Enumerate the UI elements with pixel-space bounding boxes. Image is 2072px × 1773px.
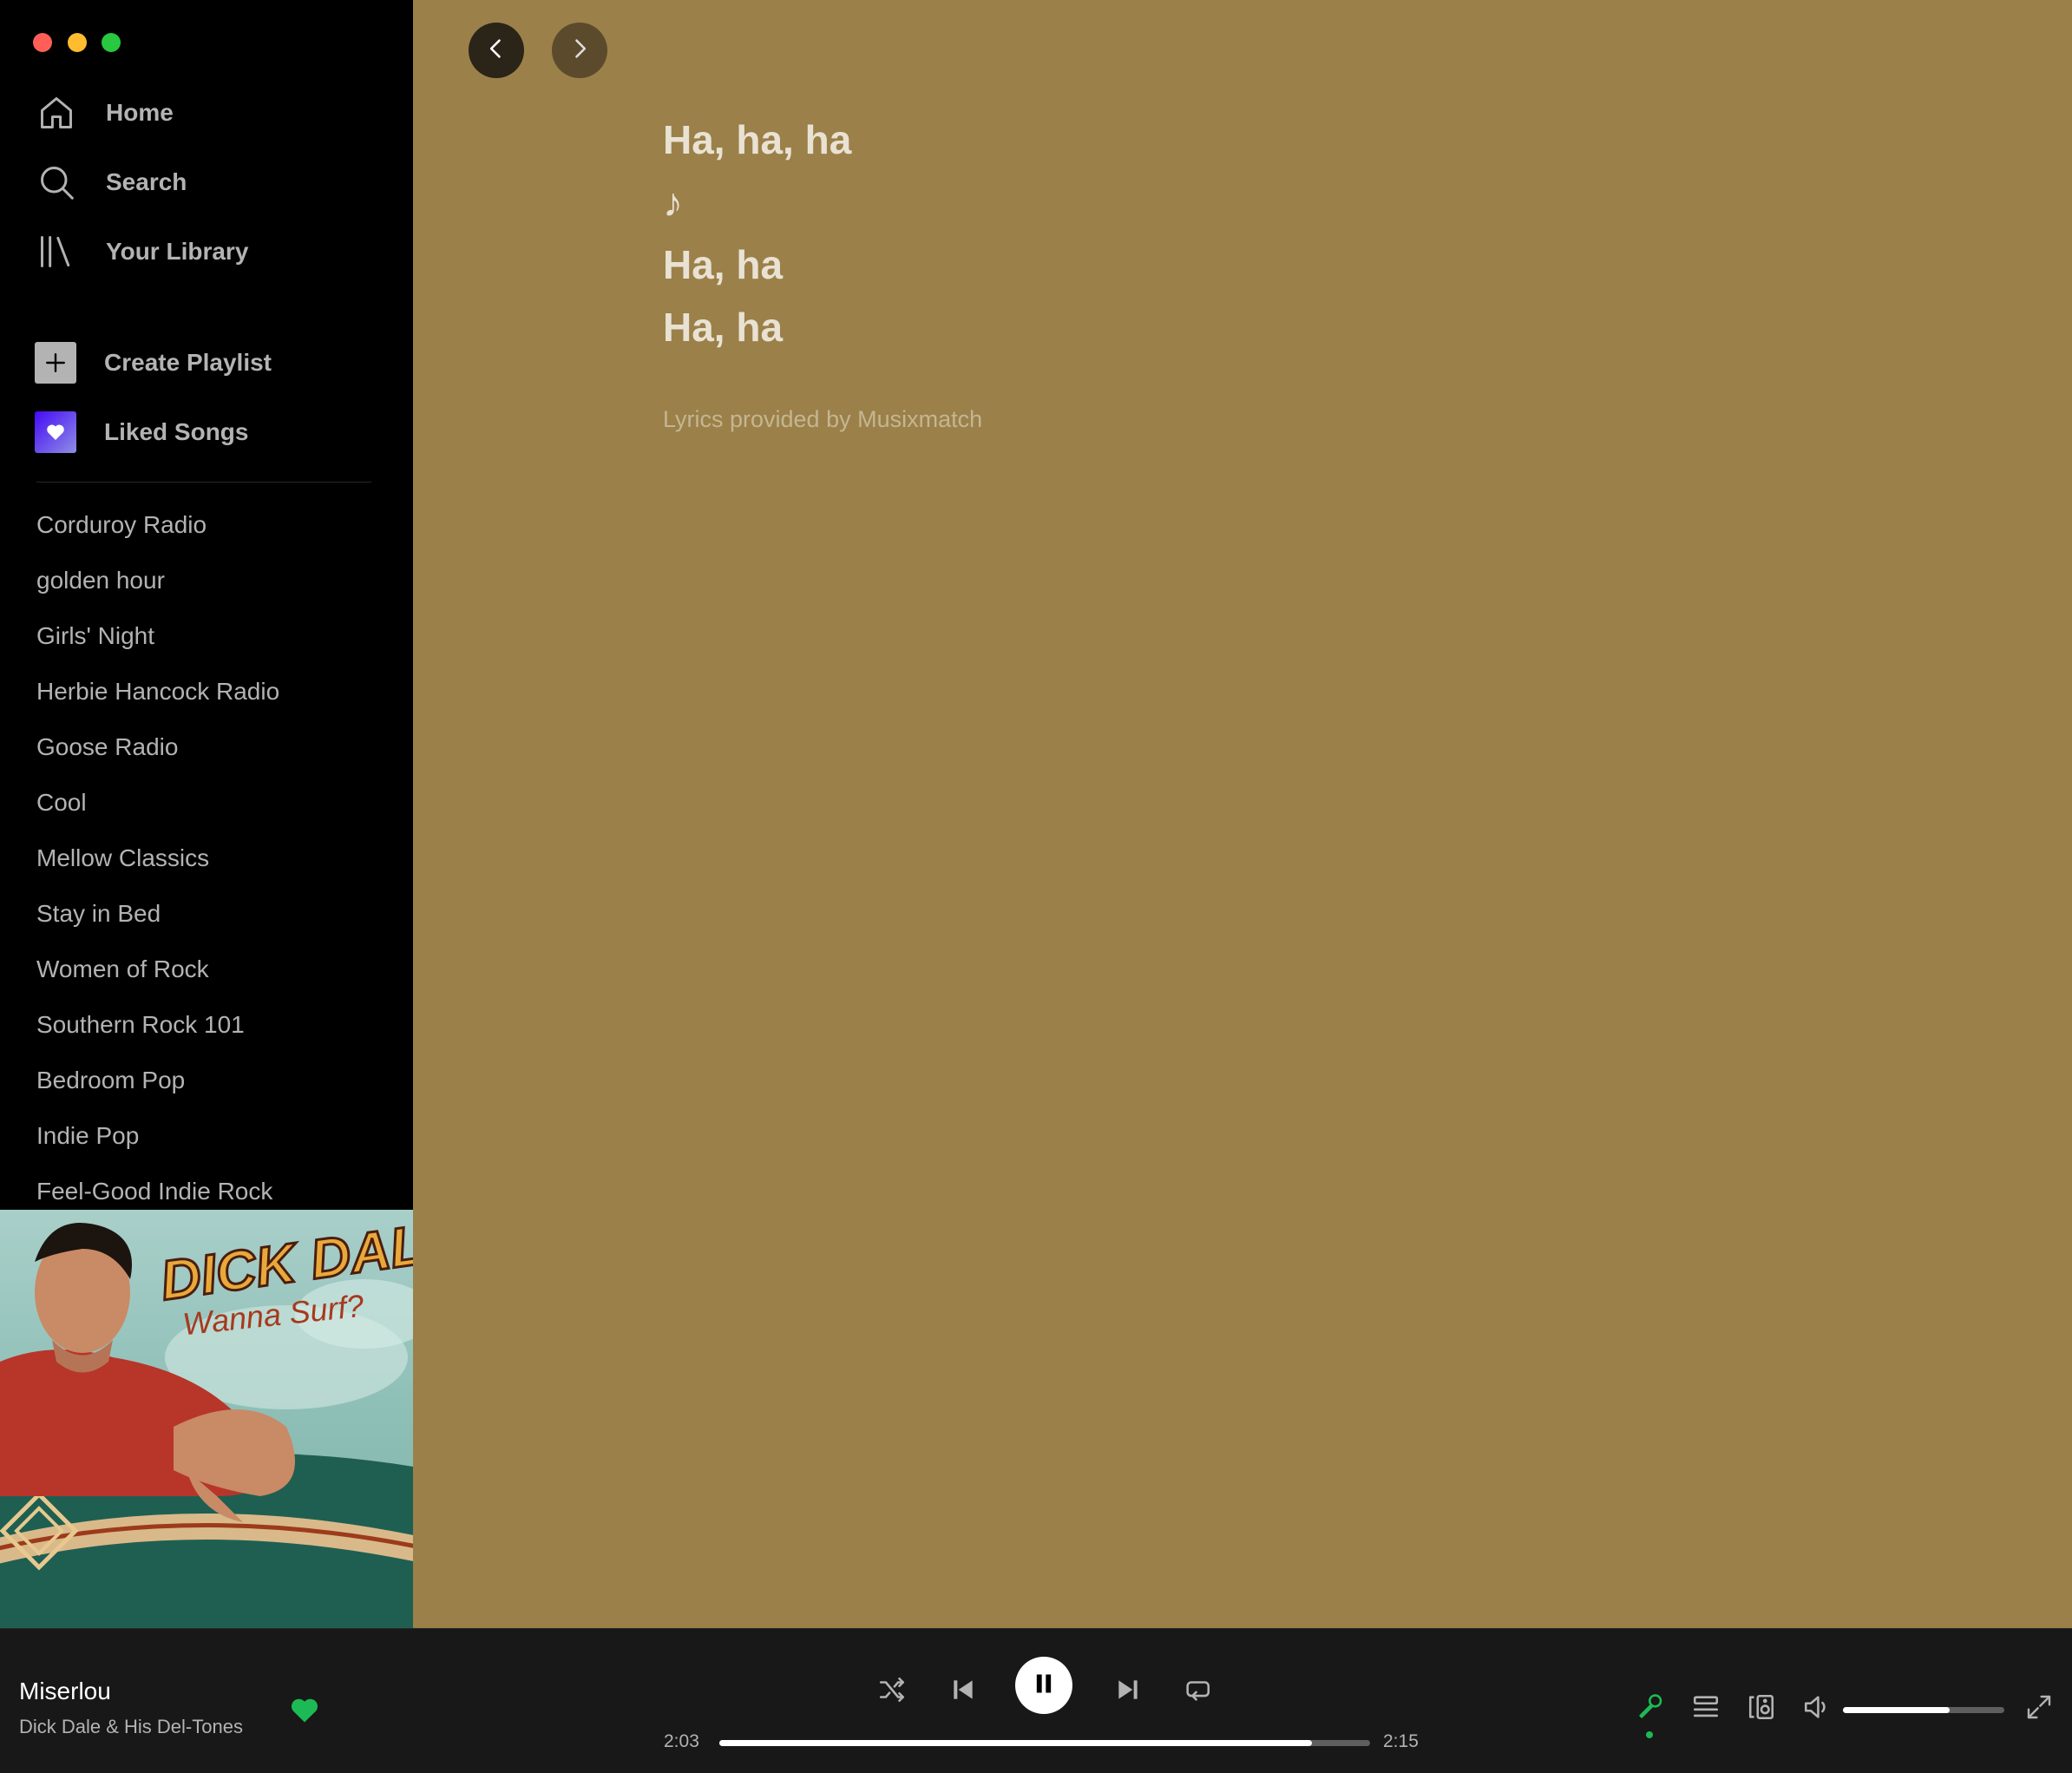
like-button[interactable]	[289, 1695, 320, 1726]
forward-button[interactable]	[552, 23, 607, 78]
playlist-item[interactable]: Bedroom Pop	[36, 1050, 401, 1106]
skip-forward-icon	[1114, 1676, 1142, 1708]
album-art[interactable]: DICK DALE Wanna Surf?	[0, 1210, 413, 1628]
lyric-line[interactable]: Ha, ha, ha	[663, 108, 851, 171]
playlist-item[interactable]: Goose Radio	[36, 717, 401, 772]
chevron-left-icon	[484, 36, 508, 65]
back-button[interactable]	[469, 23, 524, 78]
queue-icon	[1691, 1692, 1721, 1726]
lyric-line[interactable]: Ha, ha	[663, 233, 851, 296]
repeat-button[interactable]	[1177, 1671, 1218, 1712]
devices-icon	[1747, 1692, 1776, 1726]
lyric-line[interactable]: Ha, ha	[663, 296, 851, 358]
heart-filled-icon	[289, 1698, 320, 1730]
expand-icon	[2025, 1693, 2053, 1725]
liked-songs-button[interactable]: Liked Songs	[35, 406, 248, 458]
volume-slider-fill	[1843, 1707, 1950, 1713]
playlist-item[interactable]: Stay in Bed	[36, 883, 401, 939]
library-icon	[35, 230, 78, 273]
skip-back-icon	[949, 1676, 977, 1708]
nav-home-label: Home	[106, 99, 174, 126]
playlist-item[interactable]: Mellow Classics	[36, 828, 401, 883]
playlist-item[interactable]: Cool	[36, 772, 401, 828]
playlist-item[interactable]: Southern Rock 101	[36, 995, 401, 1050]
lyrics-credit: Lyrics provided by Musixmatch	[663, 406, 983, 432]
nav-search[interactable]: Search	[35, 156, 187, 208]
pause-icon	[1032, 1671, 1056, 1700]
mute-button[interactable]	[1800, 1691, 1834, 1726]
now-playing-bar: Miserlou Dick Dale & His Del-Tones 2:03 …	[0, 1628, 2072, 1773]
playlist-item[interactable]: golden hour	[36, 550, 401, 606]
playback-progress-fill	[719, 1740, 1312, 1746]
search-icon	[35, 161, 78, 204]
lyrics-active-indicator	[1646, 1731, 1653, 1738]
playlist-item[interactable]: Herbie Hancock Radio	[36, 661, 401, 717]
connect-device-button[interactable]	[1744, 1691, 1779, 1726]
lyrics-button[interactable]	[1633, 1691, 1668, 1726]
time-elapsed: 2:03	[664, 1731, 699, 1751]
fullscreen-button[interactable]	[2022, 1691, 2056, 1726]
playlist-item[interactable]: Feel-Good Indie Rock	[36, 1161, 401, 1217]
volume-icon	[1802, 1692, 1832, 1726]
nav-search-label: Search	[106, 168, 187, 195]
nav-library-label: Your Library	[106, 238, 249, 265]
track-artist[interactable]: Dick Dale & His Del-Tones	[19, 1716, 243, 1738]
microphone-icon	[1636, 1692, 1665, 1726]
liked-songs-label: Liked Songs	[104, 418, 249, 445]
playlist-item[interactable]: Girls' Night	[36, 606, 401, 661]
pause-button[interactable]	[1015, 1657, 1072, 1714]
volume-slider[interactable]	[1843, 1707, 2004, 1713]
previous-track-button[interactable]	[942, 1671, 984, 1712]
time-total: 2:15	[1383, 1731, 1419, 1751]
sidebar-divider	[36, 482, 371, 483]
window-close-button[interactable]	[33, 33, 52, 52]
queue-button[interactable]	[1688, 1691, 1723, 1726]
lyric-line-instrumental: ♪	[663, 180, 683, 225]
playlist-item[interactable]: Women of Rock	[36, 939, 401, 995]
heart-icon	[35, 411, 76, 453]
playlist-list: Corduroy Radio golden hour Girls' Night …	[36, 495, 401, 1217]
playlist-item[interactable]: Corduroy Radio	[36, 495, 401, 550]
playlist-item[interactable]: Indie Pop	[36, 1106, 401, 1161]
sidebar: Home Search Your Library Create Playlist	[0, 0, 413, 1210]
repeat-icon	[1183, 1675, 1212, 1709]
shuffle-button[interactable]	[871, 1671, 913, 1712]
plus-icon	[35, 342, 76, 384]
create-playlist-button[interactable]: Create Playlist	[35, 337, 272, 389]
nav-library[interactable]: Your Library	[35, 226, 248, 278]
home-icon	[35, 91, 78, 135]
window-minimize-button[interactable]	[68, 33, 87, 52]
playback-progress-bar[interactable]	[719, 1740, 1370, 1746]
chevron-right-icon	[567, 36, 592, 65]
shuffle-icon	[877, 1675, 907, 1709]
create-playlist-label: Create Playlist	[104, 349, 272, 376]
next-track-button[interactable]	[1107, 1671, 1149, 1712]
nav-home[interactable]: Home	[35, 87, 174, 139]
window-zoom-button[interactable]	[102, 33, 121, 52]
lyrics-view: Ha, ha, ha ♪ Ha, ha Ha, ha Lyrics provid…	[413, 0, 2072, 1628]
track-title[interactable]: Miserlou	[19, 1678, 111, 1705]
lyrics-lines: Ha, ha, ha ♪ Ha, ha Ha, ha	[663, 108, 851, 358]
